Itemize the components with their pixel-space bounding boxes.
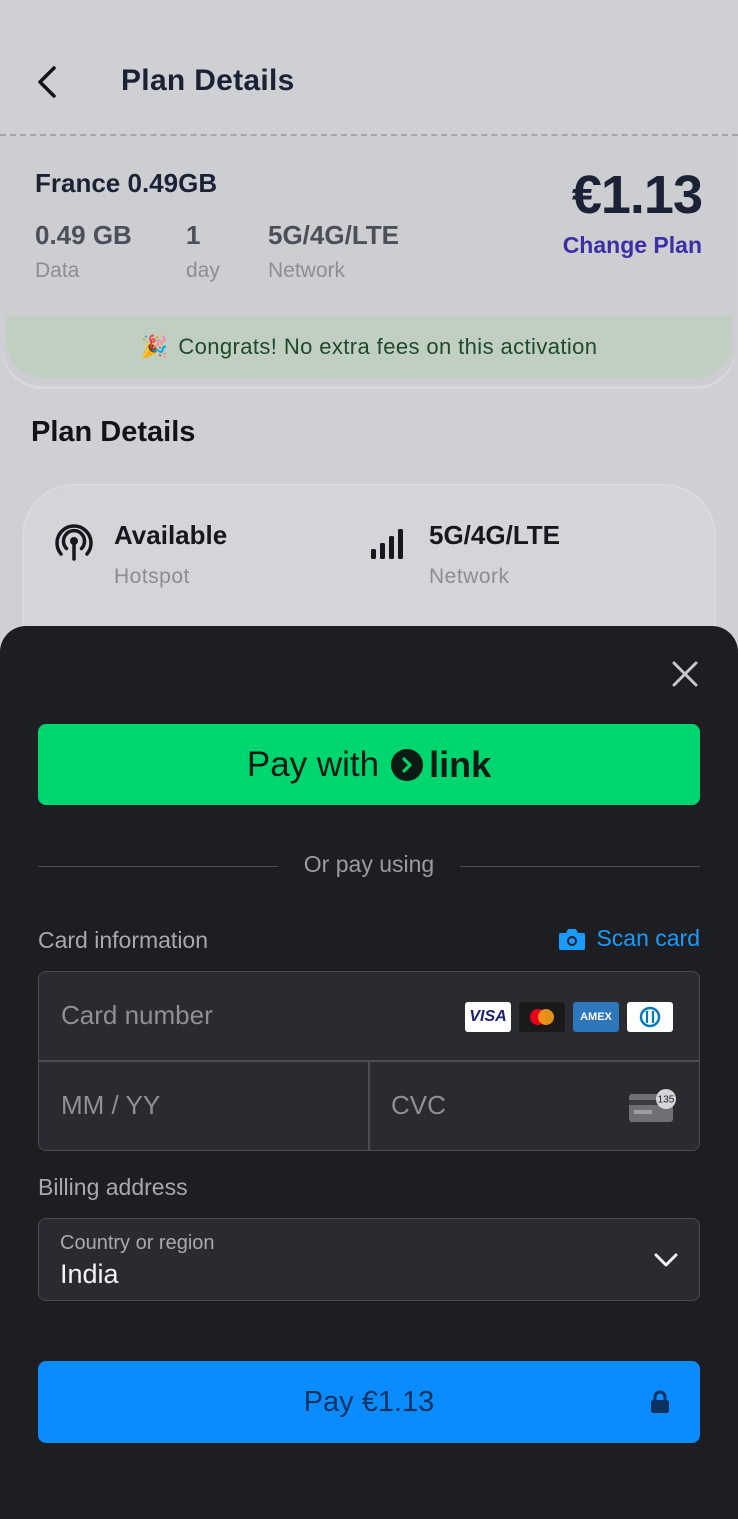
plan-name: France 0.49GB bbox=[35, 168, 218, 198]
stat-label: day bbox=[186, 259, 220, 282]
page-title: Plan Details bbox=[121, 64, 295, 97]
cvc-card-icon: 135 bbox=[629, 1089, 676, 1122]
party-popper-icon: 🎉 bbox=[140, 334, 169, 359]
stat-value: 5G/4G/LTE bbox=[268, 220, 399, 250]
congrats-text: Congrats! No extra fees on this activati… bbox=[178, 334, 598, 359]
chevron-down-icon bbox=[654, 1253, 678, 1267]
camera-icon bbox=[559, 928, 586, 950]
cvc-input[interactable]: CVC bbox=[391, 1090, 446, 1121]
stat-label: Data bbox=[35, 259, 80, 282]
signal-bars-icon bbox=[371, 529, 403, 559]
detail-label: Network bbox=[429, 565, 510, 588]
scan-card-label: Scan card bbox=[596, 925, 700, 951]
stat-data: 0.49 GB Data bbox=[35, 220, 132, 283]
card-number-input[interactable]: Card number bbox=[61, 1000, 213, 1031]
lock-icon bbox=[651, 1390, 669, 1413]
close-button[interactable] bbox=[668, 657, 702, 691]
or-pay-using-text: Or pay using bbox=[303, 851, 435, 877]
change-plan-link[interactable]: Change Plan bbox=[563, 232, 702, 259]
close-icon bbox=[672, 661, 698, 687]
detail-value: 5G/4G/LTE bbox=[429, 520, 560, 550]
pay-button-label: Pay €1.13 bbox=[303, 1385, 435, 1418]
plan-price: €1.13 bbox=[571, 165, 703, 225]
chevron-left-icon bbox=[38, 66, 56, 98]
cvc-badge-text: 135 bbox=[658, 1095, 675, 1106]
card-information-label: Card information bbox=[38, 927, 209, 953]
link-logo: link bbox=[391, 744, 491, 786]
visa-icon: VISA bbox=[465, 1002, 511, 1032]
scan-card-button[interactable]: Scan card bbox=[558, 925, 700, 952]
detail-label: Hotspot bbox=[114, 565, 190, 588]
amex-icon: AMEX bbox=[573, 1002, 619, 1032]
stat-label: Network bbox=[268, 259, 346, 282]
mastercard-icon bbox=[519, 1002, 565, 1032]
link-button-label: Pay with bbox=[246, 744, 380, 784]
billing-address-label: Billing address bbox=[38, 1174, 188, 1200]
app-header: Plan Details bbox=[0, 0, 738, 135]
pay-button[interactable]: Pay €1.13 bbox=[38, 1361, 700, 1443]
hotspot-icon bbox=[55, 524, 93, 561]
diners-club-icon bbox=[627, 1002, 673, 1032]
stat-value: 0.49 GB bbox=[35, 220, 132, 250]
stat-network: 5G/4G/LTE Network bbox=[268, 220, 399, 283]
stat-value: 1 bbox=[186, 220, 201, 250]
section-title: Plan Details bbox=[31, 416, 196, 448]
country-select[interactable] bbox=[38, 1218, 700, 1301]
card-col-divider bbox=[368, 1060, 370, 1150]
detail-network: 5G/4G/LTE Network bbox=[369, 520, 560, 589]
congrats-banner: 🎉 Congrats! No extra fees on this activa… bbox=[6, 316, 732, 378]
country-field-label: Country or region bbox=[60, 1232, 215, 1254]
link-arrow-icon bbox=[391, 748, 424, 781]
detail-hotspot: Available Hotspot bbox=[54, 520, 227, 589]
stat-duration: 1 day bbox=[186, 220, 220, 283]
back-button[interactable] bbox=[30, 62, 64, 102]
pay-with-link-button[interactable]: Pay with link bbox=[38, 724, 700, 805]
card-brands: VISA AMEX bbox=[465, 1002, 681, 1032]
link-brand-text: link bbox=[429, 743, 492, 785]
country-value: India bbox=[60, 1259, 119, 1289]
detail-value: Available bbox=[114, 520, 228, 550]
expiry-input[interactable]: MM / YY bbox=[61, 1090, 160, 1121]
